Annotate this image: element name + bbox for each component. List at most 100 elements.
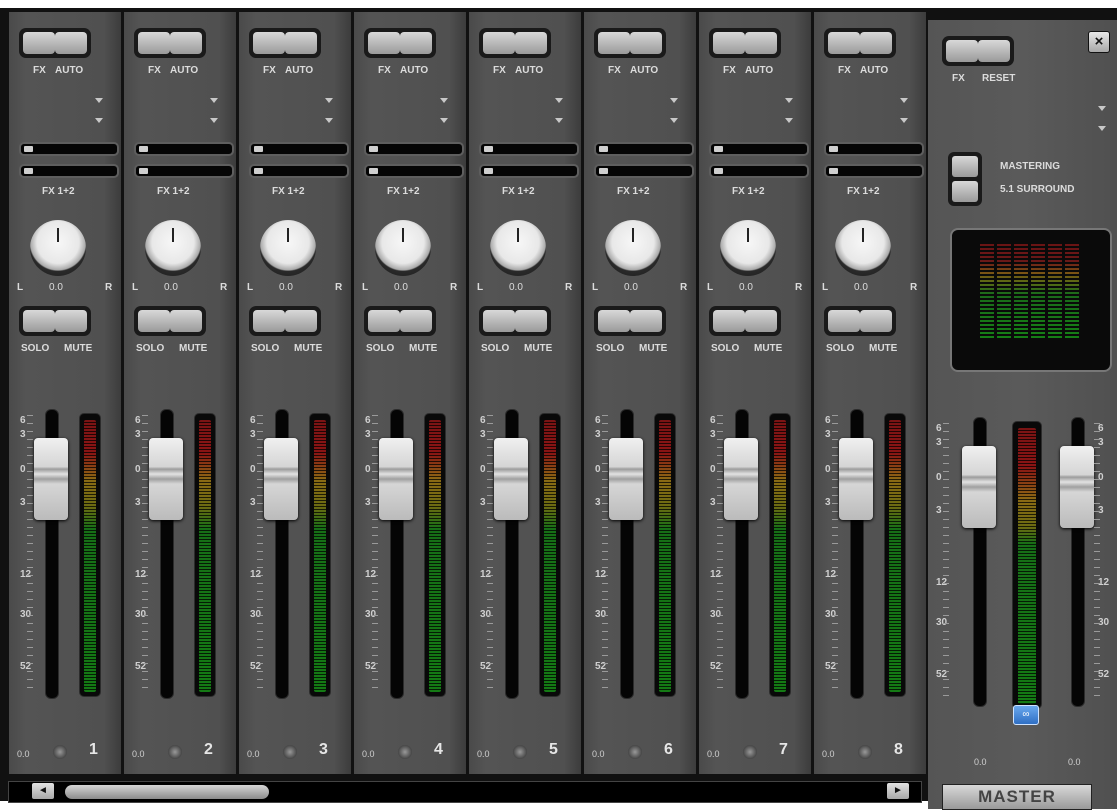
dropdown-arrow-icon[interactable] bbox=[440, 98, 448, 103]
fx-send-slider-1[interactable] bbox=[594, 142, 694, 156]
mastering-button[interactable] bbox=[952, 156, 978, 177]
fx-button[interactable] bbox=[483, 32, 515, 54]
pan-knob[interactable] bbox=[490, 220, 546, 276]
fx-send-slider-2[interactable] bbox=[249, 164, 349, 178]
auto-button[interactable] bbox=[745, 32, 777, 54]
dropdown-arrow-icon[interactable] bbox=[555, 118, 563, 123]
solo-button[interactable] bbox=[138, 310, 170, 332]
pan-knob[interactable] bbox=[835, 220, 891, 276]
surround-button[interactable] bbox=[952, 181, 978, 202]
volume-fader[interactable] bbox=[609, 438, 643, 520]
link-icon[interactable]: ∞ bbox=[1013, 705, 1039, 725]
volume-fader[interactable] bbox=[149, 438, 183, 520]
scroll-left-icon[interactable]: ◄ bbox=[32, 783, 54, 799]
mute-button[interactable] bbox=[55, 310, 87, 332]
solo-button[interactable] bbox=[828, 310, 860, 332]
pan-knob[interactable] bbox=[605, 220, 661, 276]
fx-send-slider-1[interactable] bbox=[19, 142, 119, 156]
scroll-right-icon[interactable]: ► bbox=[887, 783, 909, 799]
volume-fader[interactable] bbox=[264, 438, 298, 520]
master-fx-button[interactable] bbox=[946, 40, 978, 62]
auto-button[interactable] bbox=[630, 32, 662, 54]
dropdown-arrow-icon[interactable] bbox=[440, 118, 448, 123]
dropdown-arrow-icon[interactable] bbox=[95, 118, 103, 123]
solo-button[interactable] bbox=[253, 310, 285, 332]
auto-button[interactable] bbox=[55, 32, 87, 54]
input-icon[interactable] bbox=[283, 745, 297, 759]
input-icon[interactable] bbox=[743, 745, 757, 759]
mute-button[interactable] bbox=[400, 310, 432, 332]
mute-button[interactable] bbox=[630, 310, 662, 332]
fx-send-slider-1[interactable] bbox=[134, 142, 234, 156]
volume-fader[interactable] bbox=[379, 438, 413, 520]
fx-send-slider-1[interactable] bbox=[249, 142, 349, 156]
fx-button[interactable] bbox=[368, 32, 400, 54]
fx-button[interactable] bbox=[713, 32, 745, 54]
solo-button[interactable] bbox=[23, 310, 55, 332]
mute-button[interactable] bbox=[285, 310, 317, 332]
mute-button[interactable] bbox=[860, 310, 892, 332]
dropdown-arrow-icon[interactable] bbox=[785, 98, 793, 103]
mute-button[interactable] bbox=[745, 310, 777, 332]
master-dropdown-arrow-icon[interactable] bbox=[1098, 106, 1106, 111]
auto-button[interactable] bbox=[170, 32, 202, 54]
dropdown-arrow-icon[interactable] bbox=[785, 118, 793, 123]
mute-button[interactable] bbox=[515, 310, 547, 332]
fx-send-slider-2[interactable] bbox=[824, 164, 924, 178]
dropdown-arrow-icon[interactable] bbox=[900, 118, 908, 123]
horizontal-scrollbar[interactable]: ◄ ► bbox=[8, 781, 922, 803]
pan-knob[interactable] bbox=[30, 220, 86, 276]
dropdown-arrow-icon[interactable] bbox=[900, 98, 908, 103]
dropdown-arrow-icon[interactable] bbox=[210, 118, 218, 123]
fx-button[interactable] bbox=[23, 32, 55, 54]
fx-send-slider-1[interactable] bbox=[364, 142, 464, 156]
solo-button[interactable] bbox=[713, 310, 745, 332]
solo-button[interactable] bbox=[483, 310, 515, 332]
master-fader-right[interactable] bbox=[1060, 446, 1094, 528]
fx-send-slider-1[interactable] bbox=[479, 142, 579, 156]
auto-button[interactable] bbox=[400, 32, 432, 54]
solo-button[interactable] bbox=[598, 310, 630, 332]
auto-button[interactable] bbox=[285, 32, 317, 54]
input-icon[interactable] bbox=[858, 745, 872, 759]
scrollbar-thumb[interactable] bbox=[65, 785, 269, 799]
solo-button[interactable] bbox=[368, 310, 400, 332]
volume-fader[interactable] bbox=[494, 438, 528, 520]
pan-knob[interactable] bbox=[145, 220, 201, 276]
auto-button[interactable] bbox=[515, 32, 547, 54]
dropdown-arrow-icon[interactable] bbox=[670, 118, 678, 123]
master-dropdown-arrow-icon[interactable] bbox=[1098, 126, 1106, 131]
volume-fader[interactable] bbox=[839, 438, 873, 520]
fx-button[interactable] bbox=[138, 32, 170, 54]
dropdown-arrow-icon[interactable] bbox=[325, 118, 333, 123]
dropdown-arrow-icon[interactable] bbox=[95, 98, 103, 103]
input-icon[interactable] bbox=[53, 745, 67, 759]
dropdown-arrow-icon[interactable] bbox=[670, 98, 678, 103]
dropdown-arrow-icon[interactable] bbox=[325, 98, 333, 103]
fx-send-slider-2[interactable] bbox=[134, 164, 234, 178]
fx-button[interactable] bbox=[598, 32, 630, 54]
fx-send-slider-2[interactable] bbox=[364, 164, 464, 178]
fx-send-slider-2[interactable] bbox=[709, 164, 809, 178]
volume-fader[interactable] bbox=[724, 438, 758, 520]
fx-send-slider-1[interactable] bbox=[824, 142, 924, 156]
dropdown-arrow-icon[interactable] bbox=[210, 98, 218, 103]
master-reset-button[interactable] bbox=[978, 40, 1010, 62]
pan-knob[interactable] bbox=[260, 220, 316, 276]
input-icon[interactable] bbox=[628, 745, 642, 759]
fx-send-slider-2[interactable] bbox=[479, 164, 579, 178]
auto-button[interactable] bbox=[860, 32, 892, 54]
input-icon[interactable] bbox=[398, 745, 412, 759]
input-icon[interactable] bbox=[513, 745, 527, 759]
master-fader-left[interactable] bbox=[962, 446, 996, 528]
fx-send-slider-2[interactable] bbox=[594, 164, 694, 178]
pan-knob[interactable] bbox=[375, 220, 431, 276]
fx-button[interactable] bbox=[828, 32, 860, 54]
dropdown-arrow-icon[interactable] bbox=[555, 98, 563, 103]
input-icon[interactable] bbox=[168, 745, 182, 759]
fx-send-slider-1[interactable] bbox=[709, 142, 809, 156]
mute-button[interactable] bbox=[170, 310, 202, 332]
close-button[interactable]: × bbox=[1088, 31, 1110, 53]
pan-knob[interactable] bbox=[720, 220, 776, 276]
fx-send-slider-2[interactable] bbox=[19, 164, 119, 178]
